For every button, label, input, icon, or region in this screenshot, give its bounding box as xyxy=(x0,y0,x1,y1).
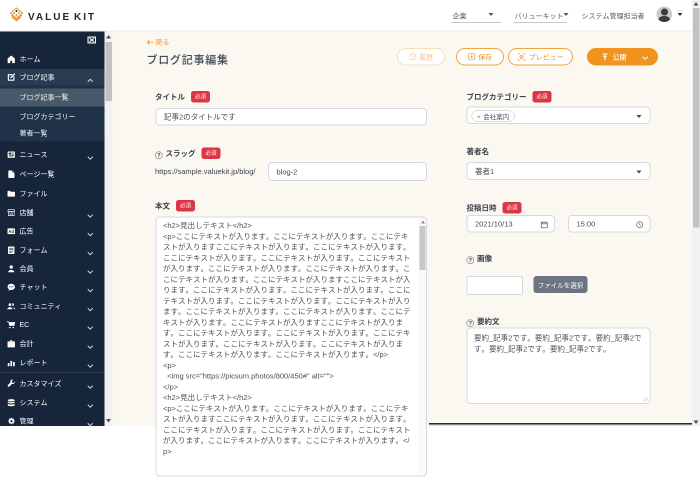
svg-text:Ad: Ad xyxy=(8,229,14,234)
